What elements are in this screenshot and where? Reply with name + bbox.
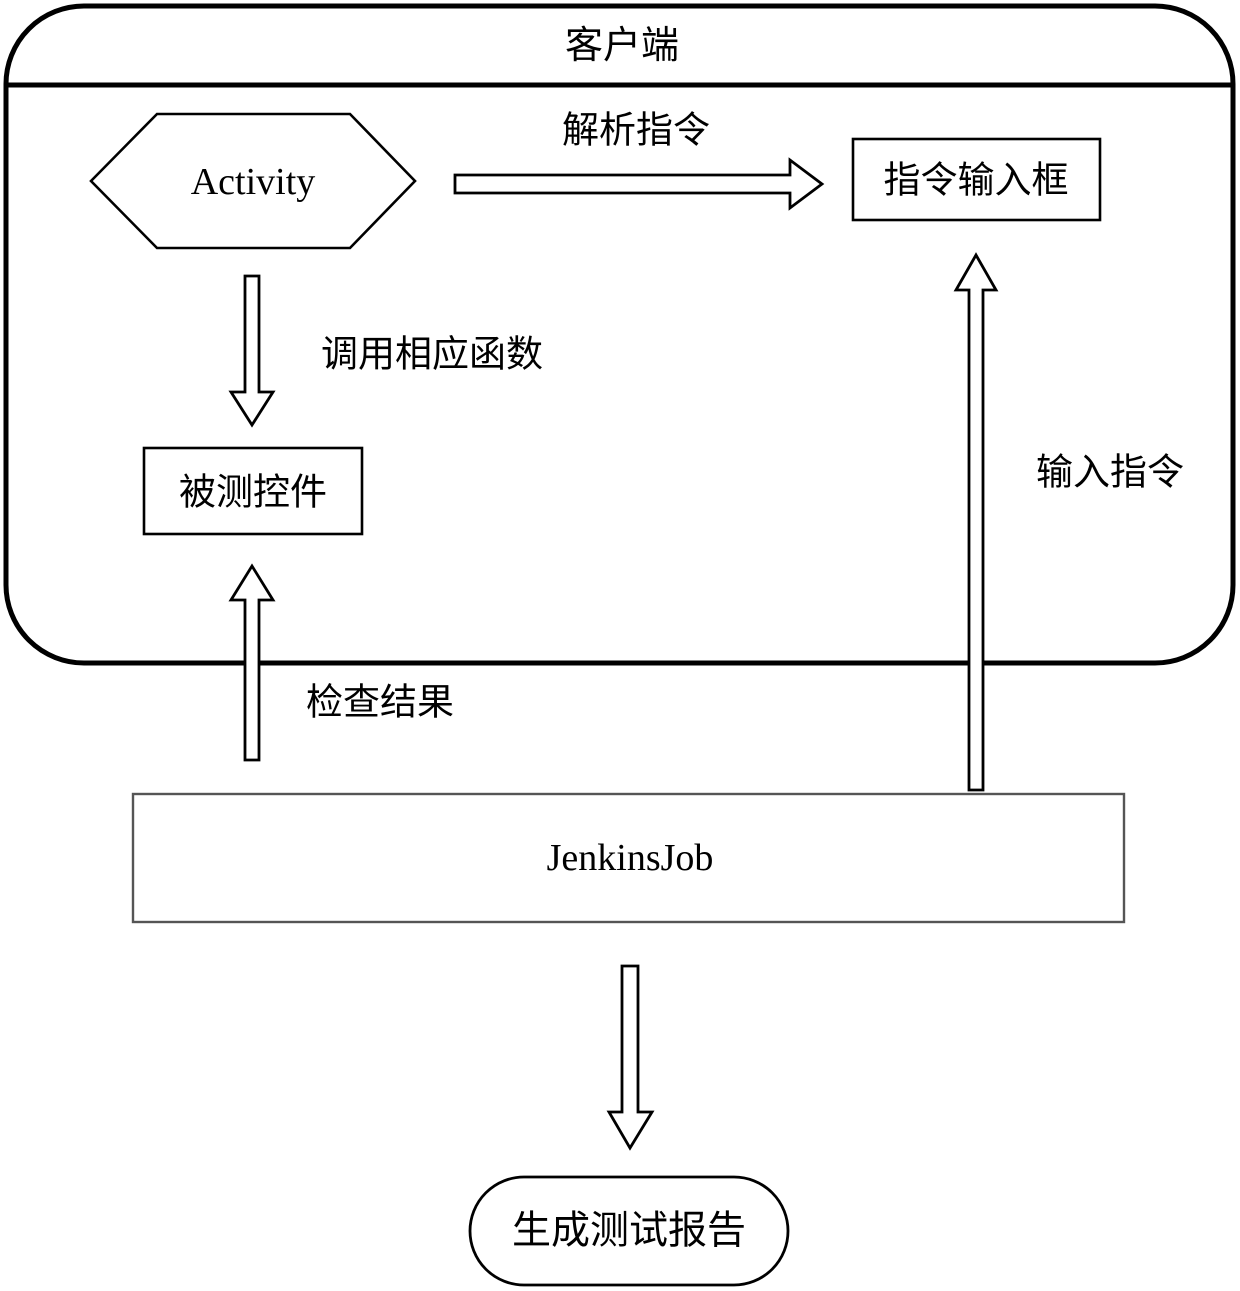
diagram-canvas: 客户端 Activity 解析指令 指令输入框 调用相应函数 被测控件 输入指令… [0, 0, 1240, 1291]
produce-report-arrow [606, 964, 655, 1151]
widget-under-test-node-label: 被测控件 [179, 470, 327, 514]
generate-test-report-node-label: 生成测试报告 [511, 1208, 747, 1254]
command-input-box-node-label: 指令输入框 [883, 158, 1069, 202]
check-result-edge-label: 检查结果 [306, 680, 454, 724]
jenkins-job-node-label: JenkinsJob [546, 837, 714, 879]
parse-command-edge-label: 解析指令 [562, 108, 710, 152]
client-container-title: 客户端 [564, 23, 680, 67]
client-container-outline [3, 3, 1236, 666]
input-command-edge-label: 输入指令 [1036, 450, 1184, 494]
call-function-edge-label: 调用相应函数 [321, 332, 543, 376]
activity-node-label: Activity [190, 161, 316, 203]
